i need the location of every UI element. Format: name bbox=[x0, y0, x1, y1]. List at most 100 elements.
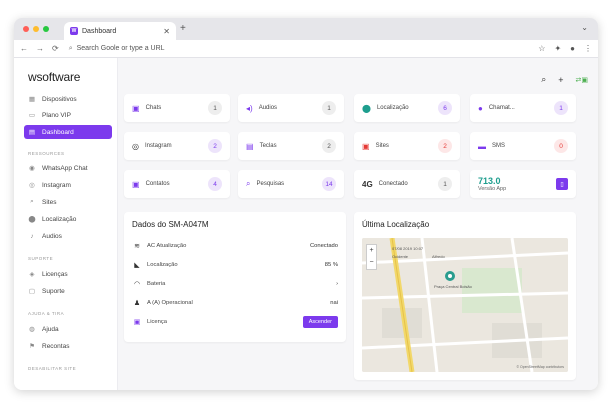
card-count-badge: 0 bbox=[554, 139, 568, 153]
sidebar-item-ajuda[interactable]: ◍ Ajuda bbox=[24, 322, 112, 336]
sidebar-item-label: Plano VIP bbox=[42, 111, 71, 119]
back-icon[interactable]: ← bbox=[20, 44, 28, 53]
card-pesquisas[interactable]: ⌕ Pesquisas 14 bbox=[238, 170, 344, 198]
card-teclas[interactable]: ▤ Teclas 2 bbox=[238, 132, 344, 160]
tab-title: Dashboard bbox=[82, 27, 117, 35]
profile-icon[interactable]: ● bbox=[570, 44, 575, 53]
card-label: Pesquisas bbox=[256, 181, 285, 187]
card-audios[interactable]: ◂) Audios 1 bbox=[238, 94, 344, 122]
section-label-help: AJUDA & TIRA bbox=[28, 311, 65, 316]
address-bar: ← → ⟳ ⌕ Search Goole or type a URL ☆ ✦ ●… bbox=[14, 40, 598, 58]
sidebar-item-instagram[interactable]: ◎ Instagram bbox=[24, 178, 112, 192]
browser-tab[interactable]: W Dashboard ✕ bbox=[64, 22, 176, 40]
minimize-window-button[interactable] bbox=[33, 26, 39, 32]
toggle-icon[interactable]: ⇄▣ bbox=[576, 76, 588, 84]
new-tab-icon[interactable]: + bbox=[180, 23, 186, 34]
card-chats[interactable]: ▣ Chats 1 bbox=[124, 94, 230, 122]
card-count-badge: 4 bbox=[208, 177, 222, 191]
sidebar-item-label: Dispositivos bbox=[42, 95, 77, 103]
extensions-icon[interactable]: ✦ bbox=[554, 44, 561, 53]
device-row-location: ◣ Localização 85 % bbox=[132, 259, 338, 271]
card-count-badge: 2 bbox=[322, 139, 336, 153]
card-sms[interactable]: ▬ SMS 0 bbox=[470, 132, 576, 160]
row-label: Bateria bbox=[147, 281, 166, 287]
tab-logo-icon: W bbox=[70, 27, 78, 35]
chevron-down-icon[interactable]: ⌄ bbox=[581, 23, 588, 32]
sidebar-item-label: Localização bbox=[42, 215, 77, 223]
card-label: Conectado bbox=[378, 181, 408, 187]
instagram-icon: ◎ bbox=[132, 141, 139, 151]
search-icon: ⌕ bbox=[246, 179, 251, 188]
zoom-in-icon[interactable]: + bbox=[369, 245, 373, 257]
url-input[interactable]: Search Goole or type a URL bbox=[77, 45, 165, 52]
card-localizacao[interactable]: ⬤ Localização 6 bbox=[354, 94, 460, 122]
section-label-extra: DESABILITAR SITE bbox=[28, 366, 77, 371]
card-count-badge: 6 bbox=[438, 101, 452, 115]
sidebar-item-recontas[interactable]: ⚑ Recontas bbox=[24, 339, 112, 353]
card-sites[interactable]: ▣ Sites 2 bbox=[354, 132, 460, 160]
card-chamadas[interactable]: ● Chamat... 1 bbox=[470, 94, 576, 122]
location-panel: Última Localização + − 07/08 2019 10:07 … bbox=[354, 212, 576, 380]
sms-icon: ▬ bbox=[478, 141, 486, 151]
location-pin-icon: ⬤ bbox=[362, 103, 371, 113]
sidebar-item-suporte[interactable]: ▢ Suporte bbox=[24, 284, 112, 298]
row-value: nai bbox=[330, 300, 338, 306]
dashboard-icon: ▤ bbox=[28, 129, 36, 136]
maximize-window-button[interactable] bbox=[43, 26, 49, 32]
add-icon[interactable]: + bbox=[558, 75, 563, 85]
zoom-out-icon[interactable]: − bbox=[369, 257, 373, 269]
sidebar-item-plano-vip[interactable]: ▭ Plano VIP bbox=[24, 108, 112, 122]
reload-icon[interactable]: ⟳ bbox=[52, 44, 59, 53]
card-conectado[interactable]: 4G Conectado 1 bbox=[354, 170, 460, 198]
app-version-label: Versão App bbox=[478, 186, 507, 192]
ascender-button[interactable]: Ascender bbox=[302, 316, 338, 328]
sidebar-item-licencas[interactable]: ◈ Licenças bbox=[24, 267, 112, 281]
sidebar-item-whatsapp[interactable]: ◉ WhatsApp Chat bbox=[24, 161, 112, 175]
card-icon: ▭ bbox=[28, 112, 36, 119]
license-icon: ▣ bbox=[133, 319, 141, 326]
whatsapp-icon: ◉ bbox=[29, 165, 35, 172]
sidebar-item-label: Sites bbox=[42, 198, 57, 206]
more-icon[interactable]: ⋮ bbox=[584, 44, 592, 53]
flag-icon: ⚑ bbox=[29, 343, 35, 350]
section-label-support: SUPORTE bbox=[28, 256, 54, 261]
tab-close-icon[interactable]: ✕ bbox=[163, 27, 170, 36]
app-area: wsoftware ▦ Dispositivos ▭ Plano VIP ▤ D… bbox=[14, 58, 598, 390]
instagram-icon: ◎ bbox=[29, 182, 35, 189]
sidebar-item-dispositivos[interactable]: ▦ Dispositivos bbox=[24, 92, 112, 106]
sidebar-item-label: Instagram bbox=[42, 181, 71, 189]
phone-icon: ▯ bbox=[556, 178, 568, 190]
close-window-button[interactable] bbox=[23, 26, 29, 32]
card-contatos[interactable]: ▣ Contatos 4 bbox=[124, 170, 230, 198]
sidebar-item-dashboard[interactable]: ▤ Dashboard bbox=[24, 125, 112, 139]
app-version-number: 713.0 bbox=[478, 176, 501, 186]
sidebar: wsoftware ▦ Dispositivos ▭ Plano VIP ▤ D… bbox=[14, 58, 118, 390]
sidebar-item-sites[interactable]: ⌕ Sites bbox=[24, 195, 112, 209]
sidebar-item-audios[interactable]: ♪ Audios bbox=[24, 229, 112, 243]
card-count-badge: 1 bbox=[554, 101, 568, 115]
audio-icon: ♪ bbox=[30, 232, 34, 240]
sidebar-item-label: Audios bbox=[42, 232, 62, 240]
map-view[interactable]: + − 07/08 2019 10:07 Ocidente Alfredo Pr… bbox=[362, 238, 568, 372]
sidebar-item-label: Recontas bbox=[42, 342, 70, 350]
person-icon: ● bbox=[478, 103, 483, 113]
browser-tabbar: W Dashboard ✕ + ⌄ bbox=[14, 18, 598, 40]
card-instagram[interactable]: ◎ Instagram 2 bbox=[124, 132, 230, 160]
search-icon[interactable]: ⌕ bbox=[541, 74, 546, 85]
sites-icon: ▣ bbox=[362, 141, 370, 151]
map-timestamp: 07/08 2019 10:07 bbox=[392, 246, 424, 251]
map-attribution: © OpenStreetMap contributors bbox=[516, 365, 564, 369]
sidebar-item-label: WhatsApp Chat bbox=[42, 164, 88, 172]
browser-window: W Dashboard ✕ + ⌄ ← → ⟳ ⌕ Search Goole o… bbox=[14, 18, 598, 390]
card-versao-app[interactable]: 713.0 Versão App ▯ bbox=[470, 170, 576, 198]
card-count-badge: 2 bbox=[438, 139, 452, 153]
wifi-icon: ≋ bbox=[134, 243, 140, 250]
sidebar-item-localizacao[interactable]: ⬤ Localização bbox=[24, 212, 112, 226]
location-icon: ⬤ bbox=[28, 216, 36, 223]
forward-icon[interactable]: → bbox=[36, 44, 44, 53]
device-row-battery[interactable]: ◠ Bateria › bbox=[132, 278, 338, 290]
chevron-right-icon[interactable]: › bbox=[336, 281, 338, 287]
device-row-license: ▣ Licença Ascender bbox=[132, 316, 338, 328]
star-icon[interactable]: ☆ bbox=[538, 44, 545, 53]
device-row-os: ♟ A (A) Operacional nai bbox=[132, 297, 338, 309]
